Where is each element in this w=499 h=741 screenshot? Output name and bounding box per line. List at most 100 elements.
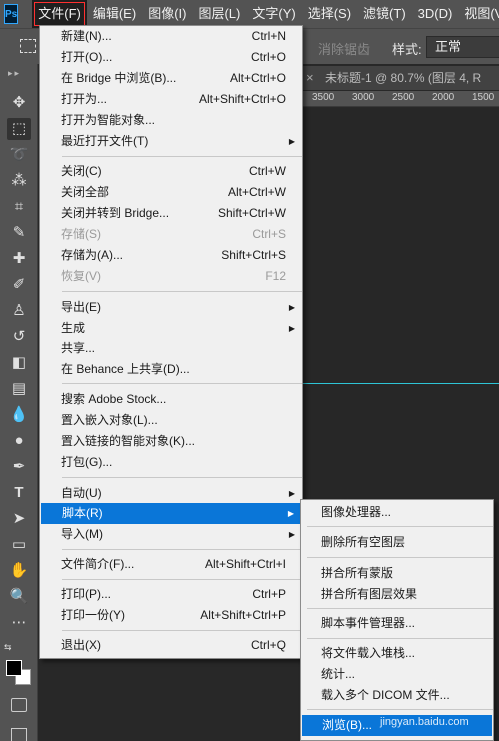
submenu-arrow-icon: ▶: [287, 509, 294, 518]
menu-item-place-linked[interactable]: 置入链接的智能对象(K)...: [40, 431, 302, 452]
menu-item-print[interactable]: 打印(P)... Ctrl+P: [40, 584, 302, 605]
menu-separator: [307, 638, 493, 639]
menu-separator: [307, 608, 493, 609]
watermark: jingyan.baidu.com: [380, 716, 469, 728]
dodge-icon[interactable]: ●: [7, 430, 31, 452]
path-select-icon[interactable]: ➤: [7, 508, 31, 530]
rectangle-icon[interactable]: ▭: [7, 534, 31, 556]
submenu-arrow-icon: ▶: [288, 137, 295, 146]
history-brush-icon[interactable]: ↺: [7, 326, 31, 348]
submenu-arrow-icon: ▶: [288, 324, 295, 333]
menu-item-share-behance[interactable]: 在 Behance 上共享(D)...: [40, 359, 302, 380]
menu-item-open-smart-object[interactable]: 打开为智能对象...: [40, 110, 302, 131]
menu-item-place-embedded[interactable]: 置入嵌入对象(L)...: [40, 410, 302, 431]
submenu-item-load-dicom[interactable]: 载入多个 DICOM 文件...: [301, 685, 493, 706]
menu-item-scripts[interactable]: 脚本(R) ▶: [41, 503, 301, 524]
menu-item-import[interactable]: 导入(M) ▶: [40, 524, 302, 545]
menu-bar: Ps 文件(F) 编辑(E) 图像(I) 图层(L) 文字(Y) 选择(S) 滤…: [0, 0, 499, 28]
menu-select[interactable]: 选择(S): [302, 0, 357, 28]
close-tab-icon[interactable]: ×: [306, 66, 314, 90]
menu-item-close-go-bridge[interactable]: 关闭并转到 Bridge... Shift+Ctrl+W: [40, 203, 302, 224]
eyedropper-icon[interactable]: ✎: [7, 222, 31, 244]
menu-item-open-as[interactable]: 打开为... Alt+Shift+Ctrl+O: [40, 89, 302, 110]
menu-item-new[interactable]: 新建(N)... Ctrl+N: [40, 26, 302, 47]
menu-item-export[interactable]: 导出(E) ▶: [40, 297, 302, 318]
menu-item-package[interactable]: 打包(G)...: [40, 452, 302, 473]
healing-brush-icon[interactable]: ✚: [7, 248, 31, 270]
submenu-item-load-stack[interactable]: 将文件载入堆栈...: [301, 643, 493, 664]
menu-item-recent-files[interactable]: 最近打开文件(T) ▶: [40, 131, 302, 152]
menu-filter[interactable]: 滤镜(T): [357, 0, 412, 28]
blur-icon[interactable]: 💧: [7, 404, 31, 426]
submenu-item-flatten-masks[interactable]: 拼合所有蒙版: [301, 563, 493, 584]
lasso-icon[interactable]: ➰: [7, 144, 31, 166]
menu-separator: [62, 291, 302, 292]
clone-stamp-icon[interactable]: ♙: [7, 300, 31, 322]
menu-layer[interactable]: 图层(L): [192, 0, 246, 28]
hand-icon[interactable]: ✋: [7, 560, 31, 582]
menu-item-browse-bridge[interactable]: 在 Bridge 中浏览(B)... Alt+Ctrl+O: [40, 68, 302, 89]
eraser-icon[interactable]: ◧: [7, 352, 31, 374]
magic-wand-icon[interactable]: ⁂: [7, 170, 31, 192]
menu-edit[interactable]: 编辑(E): [87, 0, 142, 28]
menu-file[interactable]: 文件(F): [32, 0, 87, 28]
pen-icon[interactable]: ✒: [7, 456, 31, 478]
quick-mask-icon[interactable]: [11, 698, 27, 712]
menu-item-exit[interactable]: 退出(X) Ctrl+Q: [40, 635, 302, 656]
swap-colors-icon[interactable]: ⇆: [4, 642, 12, 653]
menu-item-save[interactable]: 存储(S) Ctrl+S: [40, 224, 302, 245]
submenu-arrow-icon: ▶: [288, 530, 295, 539]
menu-item-share[interactable]: 共享...: [40, 338, 302, 359]
submenu-item-statistics[interactable]: 统计...: [301, 664, 493, 685]
submenu-arrow-icon: ▶: [288, 489, 295, 498]
ruler-label: 3500: [312, 92, 335, 103]
foreground-color-swatch[interactable]: [6, 660, 22, 676]
rect-marquee-icon[interactable]: ⬚: [7, 118, 31, 140]
zoom-icon[interactable]: 🔍: [7, 586, 31, 608]
menu-item-open[interactable]: 打开(O)... Ctrl+O: [40, 47, 302, 68]
submenu-item-flatten-effects[interactable]: 拼合所有图层效果: [301, 584, 493, 605]
file-menu-dropdown: 新建(N)... Ctrl+N 打开(O)... Ctrl+O 在 Bridge 中…: [39, 25, 303, 659]
submenu-item-event-manager[interactable]: 脚本事件管理器...: [301, 613, 493, 634]
guide-line[interactable]: [300, 383, 499, 384]
menu-separator: [62, 549, 302, 550]
gradient-icon[interactable]: ▤: [7, 378, 31, 400]
ruler-label: 1500: [472, 92, 495, 103]
menu-item-file-info[interactable]: 文件简介(F)... Alt+Shift+Ctrl+I: [40, 554, 302, 575]
move-icon[interactable]: ✥: [7, 92, 31, 114]
menu-3d[interactable]: 3D(D): [412, 0, 459, 28]
panel-grip-icon[interactable]: ▸▸: [8, 68, 21, 79]
menu-item-close[interactable]: 关闭(C) Ctrl+W: [40, 161, 302, 182]
menu-item-automate[interactable]: 自动(U) ▶: [40, 483, 302, 504]
screen-mode-icon[interactable]: [11, 728, 27, 741]
document-tab-title: 未标题-1 @ 80.7% (图层 4, R: [325, 71, 482, 85]
menu-separator: [307, 709, 493, 710]
style-label: 样式:: [392, 42, 422, 57]
menu-image[interactable]: 图像(I): [142, 0, 192, 28]
submenu-arrow-icon: ▶: [288, 303, 295, 312]
scripts-submenu: 图像处理器... 删除所有空图层 拼合所有蒙版 拼合所有图层效果 脚本事件管理器…: [300, 499, 494, 741]
menu-separator: [62, 383, 302, 384]
type-icon[interactable]: T: [7, 482, 31, 504]
antialias-label: 消除锯齿: [318, 42, 371, 57]
style-select[interactable]: 正常: [426, 36, 499, 58]
more-tools-icon[interactable]: ⋯: [7, 612, 31, 634]
marquee-preset-icon[interactable]: [20, 39, 36, 53]
submenu-item-delete-empty-layers[interactable]: 删除所有空图层: [301, 532, 493, 553]
menu-item-save-as[interactable]: 存储为(A)... Shift+Ctrl+S: [40, 245, 302, 266]
crop-icon[interactable]: ⌗: [7, 196, 31, 218]
menu-item-search-stock[interactable]: 搜索 Adobe Stock...: [40, 389, 302, 410]
document-tab[interactable]: 未标题-1 @ 80.7% (图层 4, R: [295, 66, 499, 90]
photoshop-logo: Ps: [4, 4, 19, 24]
submenu-item-image-processor[interactable]: 图像处理器...: [301, 502, 493, 523]
menu-separator: [62, 156, 302, 157]
menu-item-print-one[interactable]: 打印一份(Y) Alt+Shift+Ctrl+P: [40, 605, 302, 626]
menu-item-generate[interactable]: 生成 ▶: [40, 318, 302, 339]
menu-item-close-all[interactable]: 关闭全部 Alt+Ctrl+W: [40, 182, 302, 203]
brush-icon[interactable]: ✐: [7, 274, 31, 296]
horizontal-ruler: 3500 3000 2500 2000 1500: [300, 91, 499, 107]
menu-view[interactable]: 视图(V): [458, 0, 499, 28]
ruler-label: 2000: [432, 92, 455, 103]
menu-type[interactable]: 文字(Y): [246, 0, 301, 28]
menu-item-revert[interactable]: 恢复(V) F12: [40, 266, 302, 287]
